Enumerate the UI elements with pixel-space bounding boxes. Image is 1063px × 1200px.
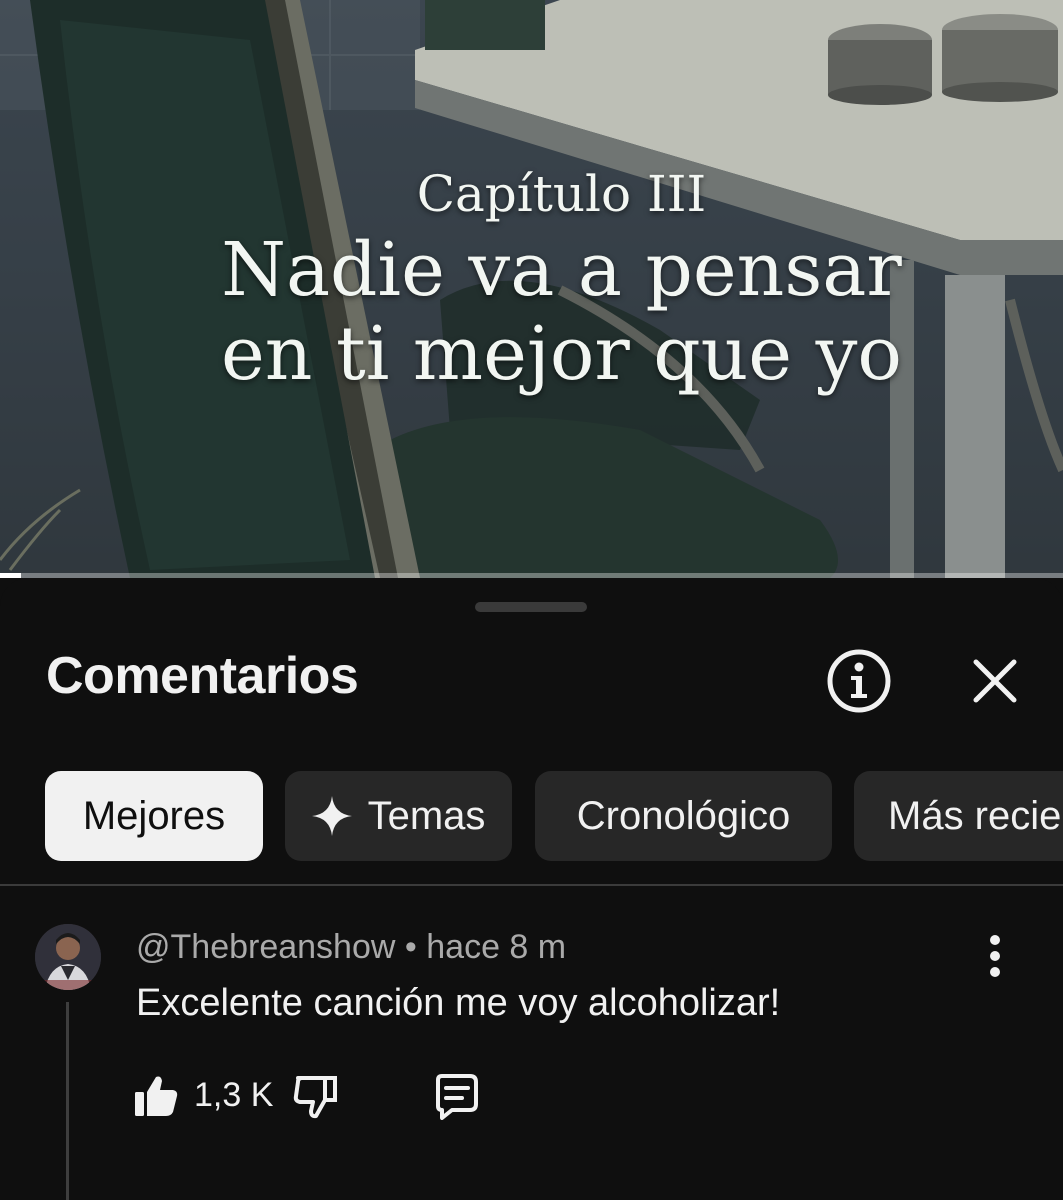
chip-label: Mejores [82,793,226,838]
progress-fill [0,573,22,578]
chip-cronologico[interactable]: Cronológico [535,771,832,861]
thumb-up-icon[interactable] [132,1072,180,1120]
chip-label: Cronológico [576,793,791,838]
video-title-line-1: Nadie va a pensar [221,227,902,313]
filter-chips: Mejores Temas Cronológico Más recie [45,771,1063,861]
info-button[interactable] [826,648,892,714]
close-button[interactable] [964,650,1026,712]
more-button[interactable] [978,934,1012,978]
avatar-image [35,924,101,990]
more-vert-icon [990,935,1000,977]
avatar[interactable] [35,924,101,990]
comment-time: hace 8 m [426,928,567,966]
thumb-down-icon[interactable] [292,1072,340,1120]
comment-meta: @Thebreanshow • hace 8 m [136,928,566,967]
comments-title: Comentarios [46,647,359,705]
chip-label: Temas [367,793,486,838]
close-icon [973,659,1017,703]
comments-sheet: Comentarios Mejores Temas Cronológico Má… [0,578,1063,1200]
video-player[interactable]: Capítulo III Nadie va a pensar en ti mej… [0,0,1063,578]
video-chapter: Capítulo III [416,165,707,223]
chip-mejores[interactable]: Mejores [45,771,263,861]
drag-handle[interactable] [475,602,587,612]
sparkle-icon [311,796,352,836]
video-title-overlay: Capítulo III Nadie va a pensar en ti mej… [0,160,1063,396]
video-title-line-2: en ti mejor que yo [221,311,902,397]
reply-icon[interactable] [432,1072,480,1120]
comment-text: Excelente canción me voy alcoholizar! [136,982,781,1024]
chip-label: Más recie [888,793,1062,838]
divider [0,884,1063,886]
chip-mas-recientes[interactable]: Más recie [854,771,1063,861]
meta-separator: • [404,928,417,966]
thread-line [66,1002,69,1200]
chip-temas[interactable]: Temas [285,771,512,861]
comment-author[interactable]: @Thebreanshow [136,928,395,966]
info-icon [827,649,891,713]
like-count: 1,3 K [194,1076,274,1114]
